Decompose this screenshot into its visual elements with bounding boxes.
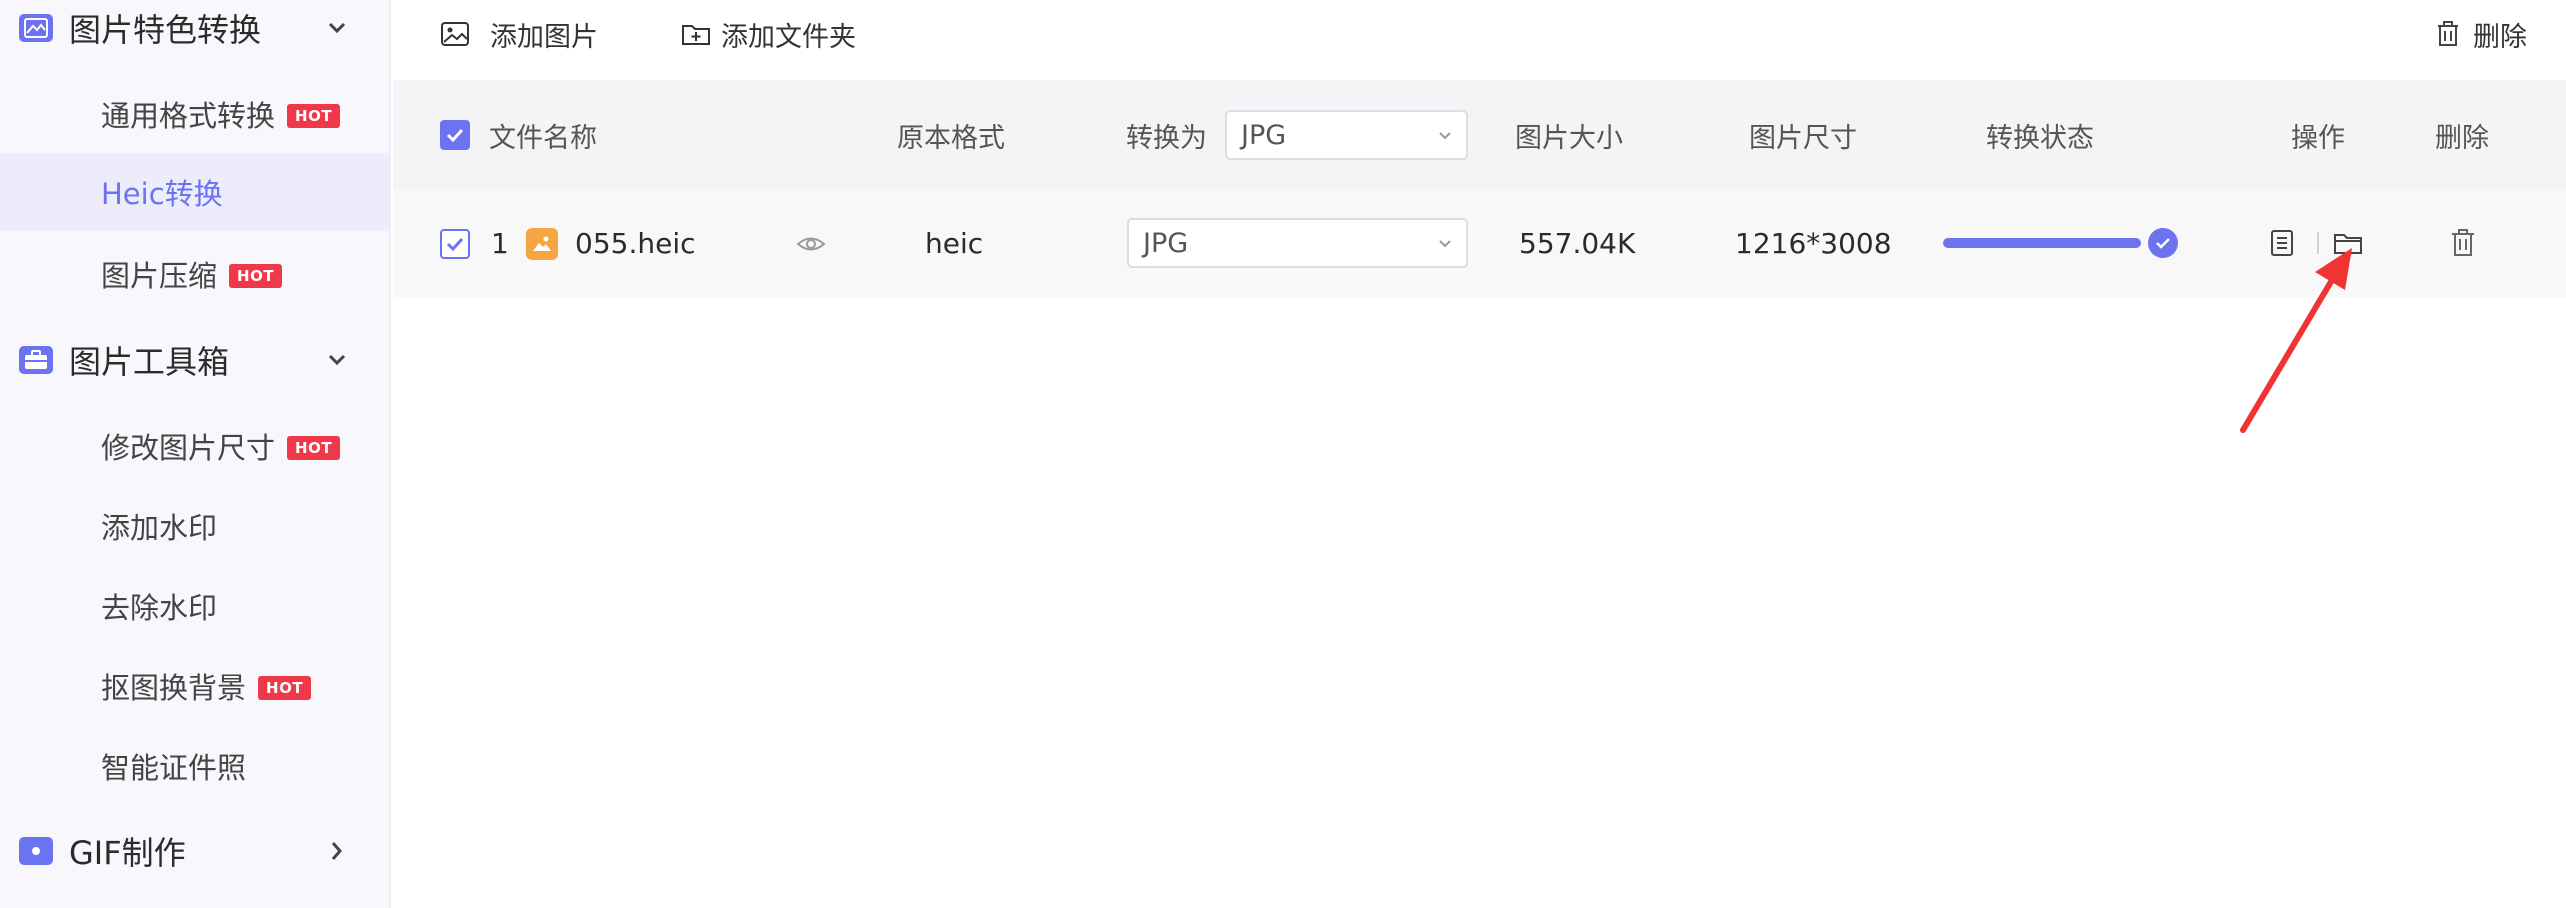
sidebar-group-gif[interactable]: GIF制作: [0, 816, 391, 886]
delete-all-button[interactable]: 删除: [2433, 12, 2527, 56]
header-delete: 删除: [2435, 122, 2489, 154]
file-name: 055.heic: [575, 227, 696, 260]
sidebar-item-label: 抠图换背景: [101, 671, 247, 705]
header-convert-status: 转换状态: [1986, 122, 2094, 154]
convert-all-format-value: JPG: [1241, 119, 1287, 151]
sidebar: 图片特色转换 通用格式转换 HOT Heic转换 图片压缩 HOT 图片工具箱 修改…: [0, 0, 391, 908]
chevron-down-icon[interactable]: [322, 13, 352, 43]
chevron-right-icon[interactable]: [322, 836, 352, 866]
sidebar-group-label: 图片工具箱: [69, 343, 230, 381]
chevron-down-icon: [1439, 132, 1451, 140]
convert-progress-bar: [1943, 238, 2141, 248]
sidebar-group-label: GIF制作: [69, 834, 186, 872]
hot-badge: HOT: [287, 104, 341, 128]
sidebar-item-label: 修改图片尺寸: [101, 431, 276, 465]
table-header: 文件名称 原本格式 转换为 JPG 图片大小 图片尺寸 转换状态 操作 删除: [393, 80, 2566, 190]
header-convert-to: 转换为: [1126, 122, 1207, 154]
add-image-label: 添加图片: [490, 21, 598, 53]
ops-divider: [2317, 232, 2319, 254]
convert-all-format-select[interactable]: JPG: [1225, 110, 1468, 160]
row-format-value: JPG: [1143, 227, 1189, 259]
sidebar-item-resize[interactable]: 修改图片尺寸 HOT: [0, 407, 389, 485]
trash-icon: [2438, 21, 2458, 46]
sidebar-item-remove-watermark[interactable]: 去除水印: [0, 567, 389, 645]
toolbox-icon: [19, 346, 53, 374]
image-size: 557.04K: [1519, 227, 1636, 260]
sidebar-group-label: 图片特色转换: [69, 11, 262, 49]
check-circle-icon: [2148, 228, 2178, 258]
trash-icon[interactable]: [2448, 228, 2478, 258]
toolbar: 添加图片 添加文件夹 删除: [393, 0, 2566, 80]
add-folder-button[interactable]: 添加文件夹: [681, 12, 856, 56]
delete-all-label: 删除: [2473, 21, 2527, 53]
gif-icon: [19, 837, 53, 865]
document-icon[interactable]: [2267, 228, 2297, 258]
header-image-dimensions: 图片尺寸: [1749, 122, 1857, 154]
row-checkbox-cell: [440, 190, 470, 297]
header-image-size: 图片大小: [1515, 122, 1623, 154]
image-file-icon: [526, 227, 558, 260]
folder-add-icon: [682, 25, 710, 45]
image-dimensions: 1216*3008: [1735, 227, 1892, 260]
image-convert-icon: [19, 14, 53, 42]
table-row: 1 055.heic heic JPG 557.04K 1216*3008: [393, 190, 2566, 297]
sidebar-item-cutout[interactable]: 抠图换背景 HOT: [0, 647, 389, 725]
add-folder-label: 添加文件夹: [721, 21, 856, 53]
file-type-cell: [526, 190, 558, 297]
sidebar-group-image-convert[interactable]: 图片特色转换: [0, 0, 391, 63]
select-all-checkbox[interactable]: [440, 120, 470, 150]
image-icon: [441, 22, 469, 46]
sidebar-group-toolbox[interactable]: 图片工具箱: [0, 325, 391, 395]
hot-badge: HOT: [229, 264, 283, 288]
eye-icon[interactable]: [795, 228, 827, 260]
open-folder-icon[interactable]: [2333, 228, 2363, 258]
select-all-checkbox-cell: [440, 80, 470, 190]
hot-badge: HOT: [287, 436, 341, 460]
chevron-down-icon[interactable]: [322, 345, 352, 375]
original-format: heic: [925, 227, 984, 260]
header-original-format: 原本格式: [897, 122, 1005, 154]
preview-cell: [795, 190, 827, 297]
hot-badge: HOT: [258, 676, 312, 700]
check-icon: [446, 128, 464, 143]
sidebar-item-label: 通用格式转换: [101, 99, 276, 133]
row-index: 1: [491, 227, 509, 260]
sidebar-item-compress[interactable]: 图片压缩 HOT: [0, 235, 389, 313]
row-format-select[interactable]: JPG: [1127, 218, 1468, 268]
sidebar-item-label: Heic转换: [101, 177, 223, 211]
header-file-name: 文件名称: [489, 122, 597, 154]
sidebar-item-label: 添加水印: [101, 511, 218, 545]
row-checkbox[interactable]: [440, 228, 470, 259]
sidebar-item-add-watermark[interactable]: 添加水印: [0, 487, 389, 565]
check-icon: [446, 237, 464, 251]
add-image-button[interactable]: 添加图片: [440, 12, 598, 56]
sidebar-item-heic-convert[interactable]: Heic转换: [0, 153, 389, 231]
chevron-down-icon: [1439, 240, 1451, 248]
sidebar-item-label: 图片压缩: [101, 259, 218, 293]
sidebar-item-label: 去除水印: [101, 591, 218, 625]
sidebar-item-general-convert[interactable]: 通用格式转换 HOT: [0, 75, 389, 153]
app-window: 图片特色转换 通用格式转换 HOT Heic转换 图片压缩 HOT 图片工具箱 修改…: [0, 0, 2566, 908]
sidebar-item-label: 智能证件照: [101, 751, 247, 785]
header-operations: 操作: [2291, 122, 2345, 154]
sidebar-item-id-photo[interactable]: 智能证件照: [0, 727, 389, 805]
